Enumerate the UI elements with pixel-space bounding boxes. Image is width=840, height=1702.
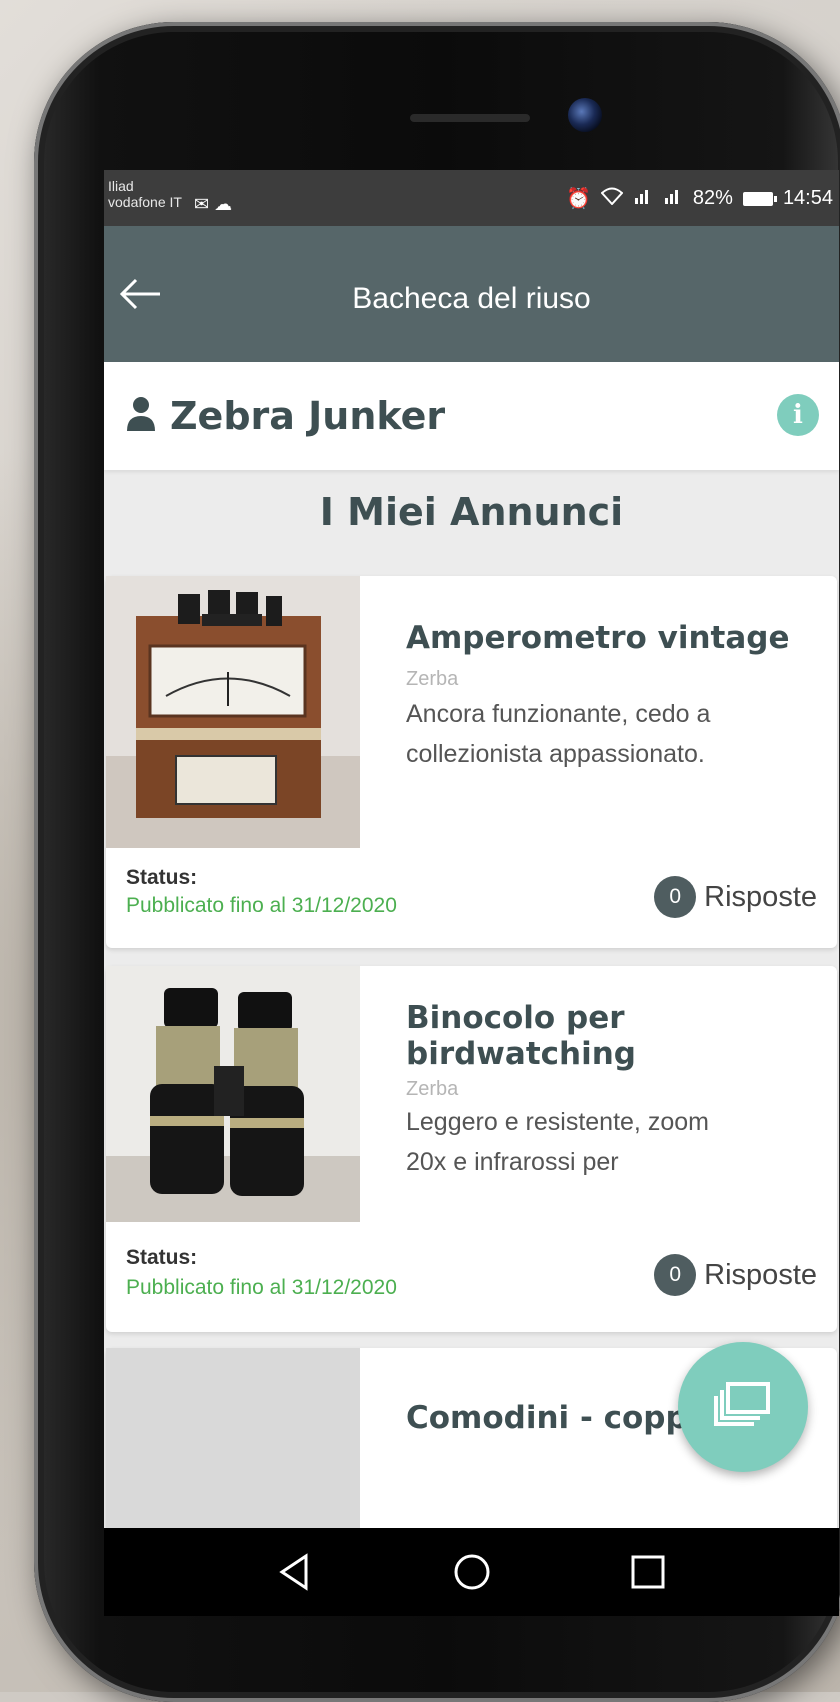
listing-card[interactable]: Amperometro vintage Zerba Ancora funzion…: [106, 576, 837, 948]
screen: Iliad vodafone IT ✉ ☁ ⏰ 82% 14:54 Bachec…: [104, 170, 839, 1616]
gallery-fab-button[interactable]: [678, 1342, 808, 1472]
signal-icon: [633, 187, 653, 210]
listing-description: Ancora funzionante, cedo a collezionista…: [406, 694, 806, 774]
system-nav-bar: [104, 1528, 839, 1616]
reply-label: Risposte: [704, 880, 817, 913]
listing-title: Binocolo per birdwatching: [406, 1000, 816, 1072]
battery-percent: 82%: [692, 187, 733, 209]
description-line: Leggero e resistente, zoom: [406, 1108, 709, 1136]
notification-icons: ✉ ☁: [194, 194, 232, 215]
battery-icon: [742, 191, 777, 206]
page-title: Bacheca del riuso: [352, 282, 591, 315]
description-line: collezionista appassionato.: [406, 740, 705, 768]
listing-title: Amperometro vintage: [406, 620, 790, 656]
alarm-icon: ⏰: [566, 188, 591, 210]
phone-frame: Iliad vodafone IT ✉ ☁ ⏰ 82% 14:54 Bachec…: [34, 22, 840, 1702]
square-recents-icon[interactable]: [624, 1548, 672, 1596]
title-line: Binocolo per: [406, 1000, 625, 1036]
triangle-back-icon[interactable]: [270, 1548, 318, 1596]
user-header: Zebra Junker i: [104, 362, 839, 470]
app-bar: Bacheca del riuso: [104, 226, 839, 362]
listing-image: [106, 576, 360, 848]
replies[interactable]: 0 Risposte: [654, 876, 817, 918]
info-icon[interactable]: i: [777, 394, 819, 436]
signal-icon-2: [663, 187, 683, 210]
listing-card[interactable]: Binocolo per birdwatching Zerba Leggero …: [106, 966, 837, 1332]
clock: 14:54: [782, 187, 833, 209]
mail-icon: ✉: [194, 194, 210, 214]
listing-location: Zerba: [406, 668, 459, 690]
status-label: Status:: [126, 1246, 198, 1269]
circle-home-icon[interactable]: [448, 1548, 496, 1596]
status-right: ⏰ 82% 14:54: [566, 186, 833, 211]
speaker-grille: [410, 114, 530, 122]
listing-image: [106, 966, 360, 1222]
reply-count-badge: 0: [654, 876, 697, 918]
status-value: Pubblicato fino al 31/12/2020: [126, 894, 397, 917]
listing-location: Zerba: [406, 1078, 459, 1100]
carrier-2: vodafone IT: [108, 194, 182, 210]
user-icon: [126, 396, 156, 432]
replies[interactable]: 0 Risposte: [654, 1254, 817, 1296]
status-bar: Iliad vodafone IT ✉ ☁ ⏰ 82% 14:54: [104, 170, 839, 226]
description-line: Ancora funzionante, cedo a: [406, 700, 711, 728]
title-line: birdwatching: [406, 1036, 637, 1072]
cloud-icon: ☁: [214, 194, 233, 214]
description-line: 20x e infrarossi per: [406, 1148, 619, 1176]
wifi-icon: [600, 187, 624, 211]
gallery-icon: [714, 1382, 772, 1428]
reply-label: Risposte: [704, 1258, 817, 1291]
carrier-info: Iliad vodafone IT: [108, 178, 182, 210]
front-camera: [568, 98, 602, 132]
section-title: I Miei Annunci: [319, 490, 624, 534]
status-value: Pubblicato fino al 31/12/2020: [126, 1276, 397, 1299]
reply-count-badge: 0: [654, 1254, 697, 1296]
status-label: Status:: [126, 866, 198, 889]
user-name: Zebra Junker: [170, 394, 446, 438]
carrier-1: Iliad: [108, 178, 134, 194]
listing-description: Leggero e resistente, zoom 20x e infraro…: [406, 1102, 806, 1182]
